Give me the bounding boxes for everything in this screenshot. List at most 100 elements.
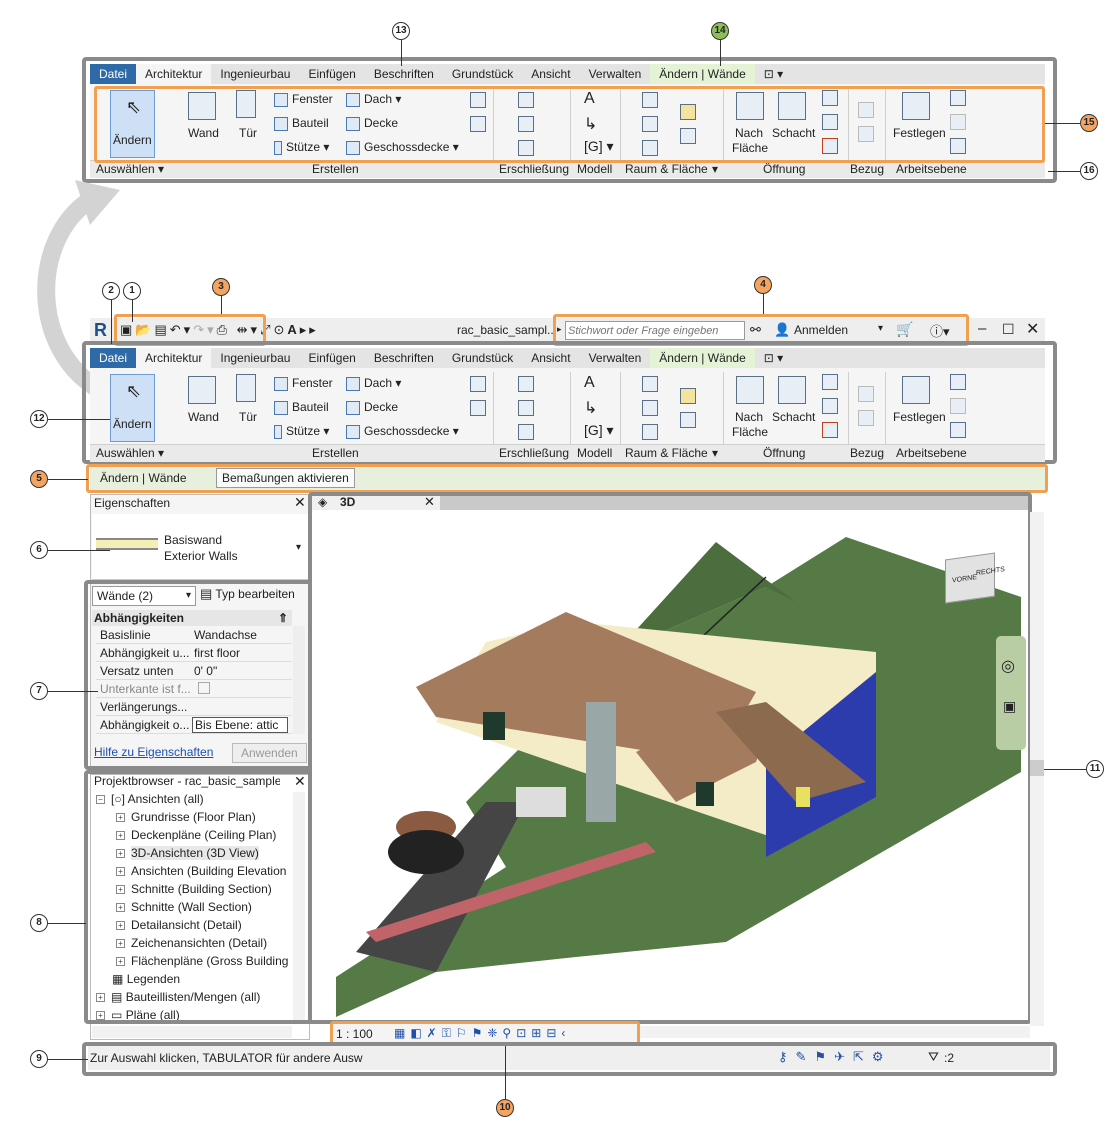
railing-icon[interactable] — [518, 376, 534, 392]
window-button[interactable]: Fenster — [274, 376, 333, 391]
callout-14: 14 — [711, 22, 729, 40]
more-icon[interactable]: ▸▸ — [300, 322, 319, 337]
properties-title: Eigenschaften — [94, 496, 171, 510]
callout-line — [48, 1059, 88, 1060]
tab-verwalten[interactable]: Verwalten — [580, 64, 651, 84]
stair-icon[interactable] — [518, 424, 534, 440]
room-tag-icon[interactable] — [642, 400, 658, 416]
panel-select[interactable]: Auswählen — [96, 446, 155, 460]
floor-button[interactable]: Geschossdecke ▾ — [346, 424, 459, 439]
modify-button[interactable]: ⇖ Ändern — [110, 374, 155, 442]
tag-icon[interactable]: ⊙ — [273, 322, 287, 337]
by-face-icon[interactable] — [736, 376, 764, 404]
model-text-icon[interactable]: A — [584, 374, 595, 392]
door-icon[interactable] — [236, 374, 256, 402]
set-workplane-icon[interactable] — [902, 376, 930, 404]
area-boundary-icon[interactable] — [680, 388, 696, 404]
panel-circulation: Erschließung — [499, 162, 570, 176]
type-selector[interactable]: Basiswand Exterior Walls ▾ — [92, 514, 308, 580]
component-button[interactable]: Bauteil — [274, 400, 329, 415]
mullion-icon[interactable] — [470, 400, 486, 416]
tab-einfuegen[interactable]: Einfügen — [299, 348, 364, 368]
text-icon[interactable]: A — [287, 322, 299, 337]
room-icon[interactable] — [642, 376, 658, 392]
panel-room-area[interactable]: Raum & Fläche — [625, 446, 708, 460]
callout-1: 1 — [123, 282, 141, 300]
tab-ingenieurbau[interactable]: Ingenieurbau — [211, 64, 299, 84]
model-line-icon[interactable]: ↳ — [584, 398, 597, 418]
dropdown-icon[interactable]: ▾ — [712, 446, 718, 460]
horizontal-scrollbar[interactable] — [640, 1026, 1030, 1038]
minimize-icon[interactable]: – — [978, 320, 986, 337]
tab-aendern-waende[interactable]: Ändern | Wände — [650, 348, 755, 368]
ceiling-label: Decke — [364, 400, 399, 414]
panel-workplane: Arbeitsebene — [896, 446, 967, 460]
wall-icon[interactable] — [188, 376, 216, 404]
callout-3: 3 — [212, 278, 230, 296]
panel-room-area[interactable]: Raum & Fläche — [625, 162, 708, 176]
tab-beschriften[interactable]: Beschriften — [365, 64, 443, 84]
show-workplane-icon[interactable] — [950, 374, 966, 390]
grid-icon[interactable] — [858, 410, 874, 426]
scrollbar-thumb[interactable] — [1030, 760, 1044, 776]
vertical-opening-icon[interactable] — [822, 398, 838, 414]
tag-area-icon[interactable] — [680, 412, 696, 428]
tab-einfuegen[interactable]: Einfügen — [299, 64, 364, 84]
ribbon-minimize-icon[interactable]: ⊡ ▾ — [755, 64, 792, 84]
tab-beschriften[interactable]: Beschriften — [365, 348, 443, 368]
dropdown-icon[interactable]: ▾ — [158, 446, 164, 460]
tab-datei[interactable]: Datei — [90, 64, 137, 84]
revit-logo-icon[interactable]: R — [94, 320, 107, 341]
by-face-label[interactable]: Nach — [735, 410, 763, 424]
column-label: Stütze — [286, 424, 321, 438]
ceiling-button[interactable]: Decke — [346, 400, 398, 415]
viewer-icon[interactable] — [950, 422, 966, 438]
wall-opening-icon[interactable] — [822, 374, 838, 390]
ref-plane-icon[interactable] — [950, 398, 966, 414]
dropdown-icon[interactable]: ▾ — [158, 162, 164, 176]
browser-highlight — [84, 770, 314, 1024]
column-button[interactable]: Stütze ▾ — [274, 424, 329, 439]
tab-grundstueck[interactable]: Grundstück — [443, 64, 522, 84]
component-icon — [274, 400, 288, 415]
roof-button[interactable]: Dach ▾ — [346, 376, 401, 391]
tab-grundstueck[interactable]: Grundstück — [443, 348, 522, 368]
shaft-button[interactable]: Schacht — [772, 410, 815, 424]
dormer-icon[interactable] — [822, 422, 838, 438]
document-title: rac_basic_sampl... — [457, 323, 558, 337]
tab-ansicht[interactable]: Ansicht — [522, 348, 579, 368]
curtain-grid-icon[interactable] — [470, 376, 486, 392]
area-icon[interactable] — [642, 424, 658, 440]
panel-opening: Öffnung — [763, 446, 806, 460]
by-face-label-2[interactable]: Fläche — [732, 425, 768, 439]
panels-highlight — [94, 86, 1045, 163]
callout-line — [1045, 123, 1080, 124]
close-icon[interactable]: ✕ — [1026, 319, 1039, 339]
callout-16: 16 — [1080, 162, 1098, 180]
dropdown-icon[interactable]: ▾ — [712, 162, 718, 176]
model-group-icon[interactable]: [G] ▾ — [584, 422, 614, 439]
callout-line — [720, 40, 721, 66]
callout-line — [132, 300, 133, 322]
close-icon[interactable]: ✕ — [294, 494, 306, 511]
tab-datei[interactable]: Datei — [90, 348, 137, 368]
shaft-icon[interactable] — [778, 376, 806, 404]
browser-h-scrollbar[interactable] — [92, 1026, 292, 1038]
tab-verwalten[interactable]: Verwalten — [580, 348, 651, 368]
callout-line — [401, 40, 402, 66]
properties-highlight — [84, 580, 314, 770]
set-button[interactable]: Festlegen — [893, 410, 946, 424]
tab-ansicht[interactable]: Ansicht — [522, 64, 579, 84]
ramp-icon[interactable] — [518, 400, 534, 416]
tab-architektur[interactable]: Architektur — [136, 348, 212, 368]
options-bar-highlight — [86, 464, 1048, 493]
wall-button[interactable]: Wand — [188, 410, 219, 424]
tab-ingenieurbau[interactable]: Ingenieurbau — [211, 348, 299, 368]
maximize-icon[interactable]: ☐ — [1002, 321, 1015, 338]
level-icon[interactable] — [858, 386, 874, 402]
tab-aendern-waende[interactable]: Ändern | Wände — [650, 64, 755, 84]
type-name: Exterior Walls — [164, 549, 238, 563]
door-button[interactable]: Tür — [239, 410, 257, 424]
ribbon-minimize-icon[interactable]: ⊡ ▾ — [755, 348, 792, 368]
tab-architektur[interactable]: Architektur — [136, 64, 212, 84]
